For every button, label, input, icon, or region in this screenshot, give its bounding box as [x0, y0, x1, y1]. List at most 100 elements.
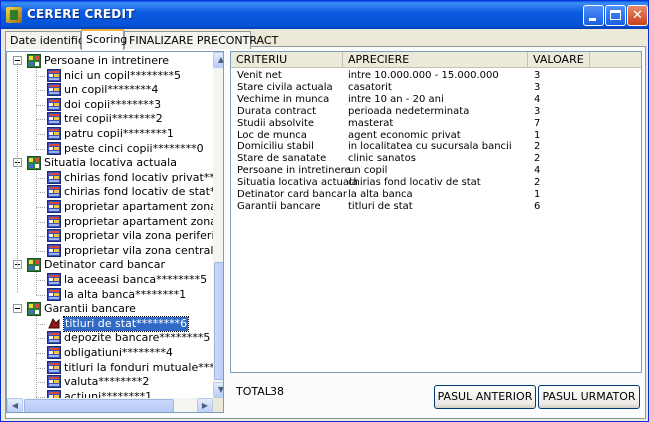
tree-item[interactable]: trei copii********2	[7, 112, 213, 126]
tree-item[interactable]: titluri de stat********6	[7, 315, 213, 332]
tree-category[interactable]: Detinator card bancar	[7, 258, 213, 273]
tree-connector	[36, 134, 45, 135]
tree-item[interactable]: peste cinci copii********0	[7, 141, 213, 156]
previous-step-button[interactable]: PASUL ANTERIOR	[434, 385, 536, 409]
tab-finalizare-precontract[interactable]: FINALIZARE PRECONTRACT	[124, 31, 278, 49]
tree-item-label: nici un copil********5	[64, 68, 181, 82]
tab-date-identificare[interactable]: Date identificare	[5, 31, 102, 49]
minimize-button[interactable]	[583, 5, 604, 26]
tab-scoring[interactable]: Scoring	[81, 29, 127, 50]
category-icon	[27, 54, 41, 68]
column-header-apreciere[interactable]: APRECIERE	[343, 52, 528, 68]
scroll-up-button[interactable]: ▲	[213, 52, 223, 68]
main-window: CERERE CREDIT ✕ Date identificare Scorin…	[0, 0, 649, 422]
tree-vertical-scrollbar[interactable]: ▲ ▼	[213, 52, 223, 398]
category-icon	[27, 156, 41, 171]
tree-item[interactable]: proprietar apartament zona periferica***…	[7, 200, 213, 214]
collapse-icon[interactable]	[13, 304, 22, 314]
scrollbar-corner	[213, 398, 223, 412]
tree-category[interactable]: Persoane in intretinere	[7, 54, 213, 68]
item-icon	[47, 389, 61, 398]
maximize-icon	[610, 10, 621, 20]
tree-item[interactable]: la aceeasi banca********5	[7, 273, 213, 287]
tree-item[interactable]: valuta********2	[7, 375, 213, 389]
tree-horizontal-scrollbar[interactable]: ◀ ▶	[7, 398, 213, 412]
tree-item[interactable]: patru copii********1	[7, 127, 213, 141]
column-header-criteriu[interactable]: CRITERIU	[231, 52, 343, 68]
cell-valoare: 6	[534, 200, 541, 212]
scroll-right-button[interactable]: ▶	[197, 398, 213, 412]
cell-valoare: 1	[534, 129, 541, 141]
tree-category[interactable]: Situatia locativa actuala	[7, 156, 213, 171]
tree-item[interactable]: depozite bancare********5	[7, 331, 213, 345]
item-icon	[47, 112, 61, 126]
window-title: CERERE CREDIT	[27, 7, 135, 21]
tree-connector	[36, 221, 45, 223]
tree-connector	[36, 68, 37, 150]
cell-valoare: 2	[534, 177, 541, 189]
cell-apreciere: un copil	[348, 165, 388, 177]
tree-item[interactable]: chirias fond locativ privat********1	[7, 170, 213, 185]
tree-content: Persoane in intretinere nici un copil****…	[7, 52, 213, 398]
title-bar[interactable]: CERERE CREDIT ✕	[1, 1, 648, 29]
table-row[interactable]: Situatia locativa actuala chirias fond lo…	[231, 177, 641, 189]
cell-apreciere: agent economic privat	[348, 129, 461, 141]
table-row[interactable]: Domiciliu stabil in localitatea cu sucurs…	[231, 141, 641, 153]
table-row[interactable]: Loc de munca agent economic privat 1	[231, 130, 641, 142]
tree-item-label: patru copii********1	[64, 127, 174, 140]
tree-connector	[36, 90, 45, 92]
tree-connector	[36, 382, 45, 384]
tree-item[interactable]: obligatiuni********4	[7, 346, 213, 360]
tree-item[interactable]: actiuni********1	[7, 389, 213, 398]
scroll-down-button[interactable]: ▼	[213, 382, 223, 398]
tree-item[interactable]: proprietar vila zona centrala********8	[7, 243, 213, 258]
table-row[interactable]: Venit net intre 10.000.000 - 15.000.000 3	[231, 70, 641, 82]
table-row[interactable]: Vechime in munca intre 10 an - 20 ani 4	[231, 94, 641, 106]
tree-connector	[36, 250, 45, 252]
tree-item[interactable]: un copil********4	[7, 83, 213, 97]
table-row[interactable]: Garantii bancare titluri de stat 6	[231, 201, 641, 213]
item-icon	[47, 68, 61, 82]
next-step-button[interactable]: PASUL URMATOR	[538, 385, 640, 409]
tree-item[interactable]: doi copii********3	[7, 97, 213, 112]
close-button[interactable]: ✕	[627, 5, 648, 26]
app-icon[interactable]	[6, 7, 22, 23]
tree-connector	[36, 75, 45, 77]
tree-item-label: obligatiuni********4	[64, 346, 173, 359]
item-icon	[47, 170, 61, 184]
tree-connector	[36, 192, 45, 194]
tree-item[interactable]: la alta banca********1	[7, 287, 213, 302]
category-icon	[27, 258, 41, 273]
tree-category-label: Situatia locativa actuala	[44, 156, 177, 170]
criteria-tree[interactable]: Persoane in intretinere nici un copil****…	[6, 51, 224, 413]
tree-item[interactable]: nici un copil********5	[7, 68, 213, 83]
item-icon	[47, 200, 61, 213]
table-row[interactable]: Persoane in intretinere un copil 4	[231, 165, 641, 177]
total-label: TOTAL	[236, 385, 271, 398]
tree-item[interactable]: chirias fond locativ de stat********2	[7, 185, 213, 199]
item-icon	[47, 273, 61, 286]
table-row[interactable]: Studii absolvite masterat 7	[231, 118, 641, 130]
tree-category[interactable]: Garantii bancare	[7, 302, 213, 317]
tree-item-label: la aceeasi banca********5	[64, 273, 208, 286]
tree-item[interactable]: proprietar apartament zona cenrala******…	[7, 214, 213, 229]
cell-criteriu: Loc de munca	[237, 129, 307, 141]
table-row[interactable]: Detinator card bancar la alta banca 1	[231, 189, 641, 201]
tree-connector	[36, 353, 45, 354]
cell-valoare: 2	[534, 141, 541, 153]
column-header-valoare[interactable]: VALOARE	[528, 52, 590, 68]
item-icon	[47, 360, 61, 374]
table-row[interactable]: Stare de sanatate clinic sanatos 2	[231, 153, 641, 165]
tree-connector	[36, 367, 45, 369]
item-icon	[47, 83, 61, 97]
tree-vertical-scroll-thumb[interactable]	[214, 262, 223, 380]
scoring-list[interactable]: CRITERIU APRECIERE VALOARE Venit net intr…	[230, 51, 642, 373]
table-row[interactable]: Durata contract perioada nedeterminata 3	[231, 106, 641, 118]
tree-item[interactable]: proprietar vila zona periferica********6	[7, 229, 213, 243]
maximize-button[interactable]	[605, 5, 626, 26]
item-icon	[47, 141, 61, 155]
tree-horizontal-scroll-thumb[interactable]	[24, 399, 174, 412]
table-row[interactable]: Stare civila actuala casatorit 3	[231, 82, 641, 94]
tree-item[interactable]: titluri la fonduri mutuale********3	[7, 360, 213, 375]
scroll-left-button[interactable]: ◀	[7, 398, 23, 412]
